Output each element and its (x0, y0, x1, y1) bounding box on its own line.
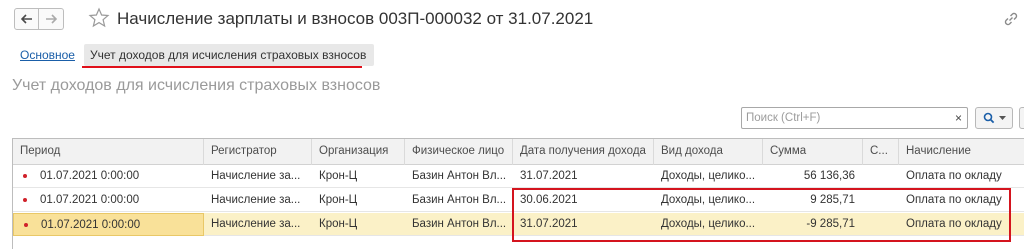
search-icon (983, 112, 994, 124)
period-value: 01.07.2021 0:00:00 (41, 219, 141, 231)
cell-period: 01.07.2021 0:00:00 (13, 189, 204, 212)
clear-search-icon[interactable]: × (955, 111, 962, 125)
data-table: Период Регистратор Организация Физическо… (12, 138, 1024, 249)
window-titlebar: Начисление зарплаты и взносов 003П-00003… (0, 0, 1024, 40)
table-row[interactable]: 01.07.2021 0:00:00 Начисление за... Крон… (13, 165, 1024, 188)
cell-organization: Крон-Ц (319, 218, 358, 230)
more-actions-button[interactable] (1019, 107, 1024, 129)
cell-sum: 56 136,36 (803, 170, 855, 182)
column-header-registrar[interactable]: Регистратор (204, 139, 312, 165)
table-row-selected[interactable]: 01.07.2021 0:00:00 Начисление за... Крон… (13, 213, 1024, 236)
cell-person: Базин Антон Вл... (412, 194, 507, 206)
cell-income-kind: Доходы, целико... (661, 218, 756, 230)
period-value: 01.07.2021 0:00:00 (40, 170, 140, 182)
cell-period: 01.07.2021 0:00:00 (13, 213, 204, 236)
cell-income-kind: Доходы, целико... (661, 194, 756, 206)
cell-person: Базин Антон Вл... (412, 218, 507, 230)
record-marker-icon (23, 198, 27, 202)
search-box: × (741, 107, 968, 129)
back-button[interactable] (14, 8, 39, 30)
cell-registrar: Начисление за... (211, 218, 301, 230)
arrow-left-icon (20, 14, 32, 24)
cell-s (863, 213, 899, 236)
cell-accrual: Оплата по окладу (906, 194, 1002, 206)
table-header: Период Регистратор Организация Физическо… (13, 139, 1024, 165)
favorite-star-icon[interactable] (88, 7, 110, 29)
cell-registrar: Начисление за... (211, 194, 301, 206)
record-marker-icon (24, 223, 28, 227)
tab-bar: Основное Учет доходов для исчисления стр… (0, 44, 1024, 68)
arrow-right-icon (46, 14, 57, 24)
column-header-s[interactable]: С... (863, 139, 899, 165)
cell-period: 01.07.2021 0:00:00 (13, 165, 204, 188)
column-header-income-kind[interactable]: Вид дохода (654, 139, 763, 165)
search-input[interactable] (742, 108, 947, 128)
cell-sum: -9 285,71 (806, 218, 855, 230)
tab-main[interactable]: Основное (20, 48, 75, 62)
cell-accrual: Оплата по окладу (906, 218, 1002, 230)
page-title: Начисление зарплаты и взносов 003П-00003… (117, 9, 594, 28)
cell-registrar: Начисление за... (211, 170, 301, 182)
column-header-person[interactable]: Физическое лицо (405, 139, 513, 165)
column-header-income-date[interactable]: Дата получения дохода (513, 139, 654, 165)
column-header-sum[interactable]: Сумма (763, 139, 863, 165)
cell-s (863, 189, 899, 212)
column-header-organization[interactable]: Организация (312, 139, 405, 165)
cell-income-date: 30.06.2021 (520, 194, 578, 206)
tab-underline-annotation (82, 66, 362, 68)
cell-organization: Крон-Ц (319, 170, 358, 182)
forward-button[interactable] (39, 8, 64, 30)
cell-accrual: Оплата по окладу (906, 170, 1002, 182)
tab-insurance-income[interactable]: Учет доходов для исчисления страховых вз… (84, 44, 375, 66)
table-row[interactable]: 01.07.2021 0:00:00 Начисление за... Крон… (13, 189, 1024, 212)
cell-income-date: 31.07.2021 (520, 170, 578, 182)
cell-sum: 9 285,71 (810, 194, 855, 206)
cell-organization: Крон-Ц (319, 194, 358, 206)
cell-income-date: 31.07.2021 (520, 218, 578, 230)
cell-person: Базин Антон Вл... (412, 170, 507, 182)
search-button[interactable] (975, 107, 1013, 129)
cell-income-kind: Доходы, целико... (661, 170, 756, 182)
cell-s (863, 165, 899, 188)
chevron-down-icon (998, 115, 1006, 120)
period-value: 01.07.2021 0:00:00 (40, 194, 140, 206)
column-header-period[interactable]: Период (13, 139, 204, 165)
column-header-accrual[interactable]: Начисление (899, 139, 1024, 165)
link-icon[interactable] (1002, 10, 1020, 28)
section-title: Учет доходов для исчисления страховых вз… (12, 77, 381, 94)
record-marker-icon (23, 174, 27, 178)
